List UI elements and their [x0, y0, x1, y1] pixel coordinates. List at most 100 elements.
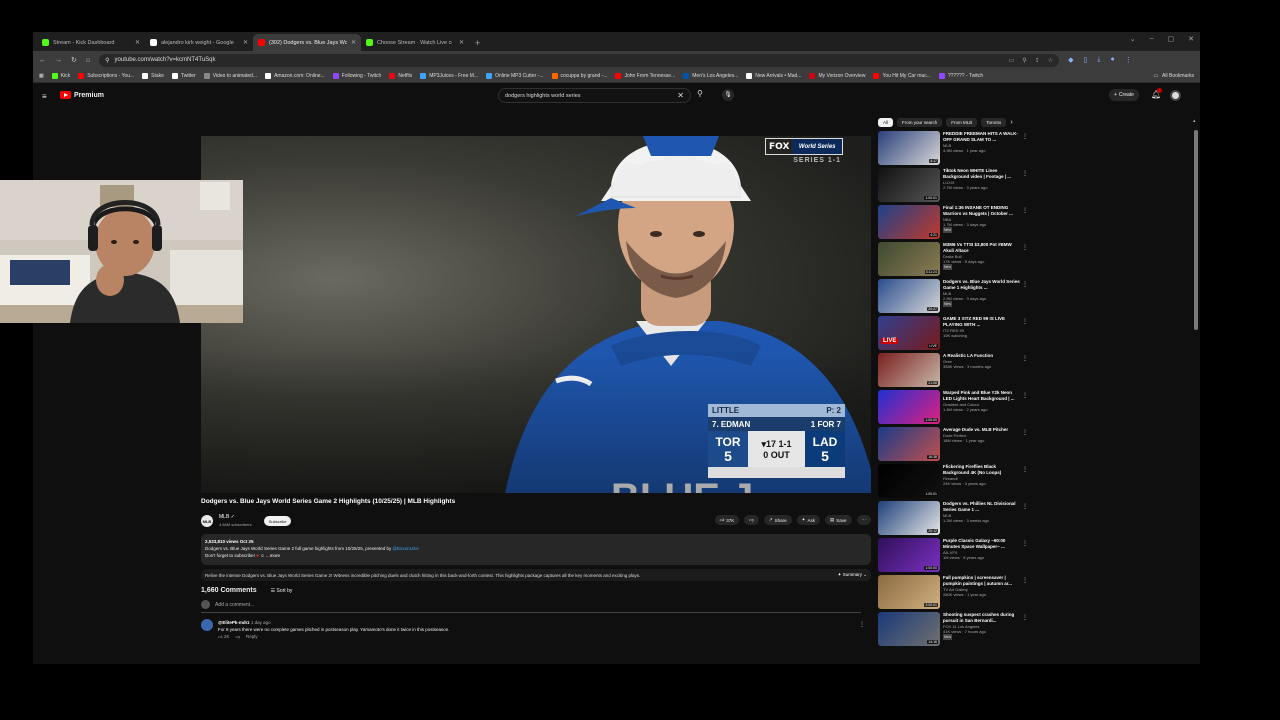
summary-button[interactable]: ✦ Summary ⌄	[838, 572, 867, 578]
home-icon[interactable]: ⌂	[86, 57, 90, 64]
video-title[interactable]: Purple Classic Galaxy ~60:00 Minutes Spa…	[943, 538, 1021, 550]
like-button[interactable]: 👍︎ 37K	[714, 515, 740, 525]
microphone-icon[interactable]: 🎙	[722, 89, 734, 101]
account-avatar[interactable]	[1170, 90, 1181, 101]
recommended-video[interactable]: 3:00:01 Fall pumpkins | screensaver | pum…	[878, 575, 1028, 612]
bookmark-10[interactable]: cocuppa by grand -...	[551, 72, 607, 79]
dislike-button[interactable]: 👎︎	[744, 515, 759, 525]
video-thumbnail[interactable]: 4:21	[878, 205, 940, 239]
video-title[interactable]: Flickering Fireflies Black Background 4K…	[943, 464, 1021, 476]
tab-1[interactable]: alejandro kirk weight - Google ✕	[145, 34, 253, 51]
video-menu-icon[interactable]: ⋮	[1022, 540, 1028, 547]
video-thumbnail[interactable]: 1:00:01	[878, 464, 940, 498]
video-menu-icon[interactable]: ⋮	[1022, 614, 1028, 621]
filter-chip[interactable]: From your search	[897, 118, 943, 127]
bookmark-16[interactable]: ?????? - Twitch	[938, 72, 983, 79]
video-thumbnail[interactable]: 21:06	[878, 353, 940, 387]
tab-search-icon[interactable]: ⌄	[1130, 35, 1136, 43]
video-thumbnail[interactable]: 1:00:01	[878, 168, 940, 202]
video-thumbnail[interactable]: 16:38	[878, 427, 940, 461]
video-thumbnail[interactable]: 14:16	[878, 612, 940, 646]
bookmark-13[interactable]: New Arrivals • Mad...	[746, 72, 801, 79]
bookmark-5[interactable]: Amazon.com: Online...	[265, 72, 325, 79]
subscribe-button[interactable]: Subscribe	[263, 516, 292, 526]
video-thumbnail[interactable]: 1:00:00	[878, 538, 940, 572]
cast-icon[interactable]: ▭	[1009, 57, 1015, 64]
downloads-icon[interactable]: ⤓	[1097, 56, 1100, 64]
add-comment-field[interactable]: Add a comment...	[201, 600, 861, 613]
hamburger-menu-icon[interactable]: ≡	[42, 92, 47, 101]
recommended-video[interactable]: 20:27 Dodgers vs. Blue Jays World Series …	[878, 279, 1028, 316]
channel-name[interactable]: MLB	[219, 514, 229, 520]
reload-icon[interactable]: ↻	[71, 56, 77, 64]
video-title[interactable]: Dodgers vs. Phillies NL Divisional Serie…	[943, 501, 1021, 513]
thumbs-down-icon[interactable]: 👎︎	[235, 633, 240, 640]
comment-menu-icon[interactable]: ⋮	[859, 621, 865, 628]
zoom-icon[interactable]: ⚲	[1022, 57, 1026, 64]
url-field[interactable]: ⚲ youtube.com/watch?v=kcmNT4TuSqk ▭ ⚲ ⇪ …	[99, 53, 1060, 67]
bookmark-star-icon[interactable]: ☆	[1048, 57, 1053, 64]
search-icon[interactable]: ⚲	[697, 89, 703, 98]
bookmark-7[interactable]: Netflix	[389, 72, 412, 79]
recommended-video[interactable]: 4:21 Final 1:36 INSANE OT ENDING Warriors…	[878, 205, 1028, 242]
filter-chip[interactable]: All	[878, 118, 894, 127]
video-title[interactable]: Warped Pink and Blue Y2k Neon LED Lights…	[943, 390, 1021, 402]
description-box[interactable]: 2,533,810 views Oct 25 Dodgers vs. Blue …	[201, 534, 871, 565]
scroll-up-icon[interactable]: ▴	[1193, 118, 1196, 124]
recommended-video[interactable]: 3:11:24 M3M6 Vs TTSI $3,800 Pot #BMW Akul…	[878, 242, 1028, 279]
video-thumbnail[interactable]: 3:11:24	[878, 242, 940, 276]
tab-2[interactable]: (302) Dodgers vs. Blue Jays Wo ✕	[253, 34, 361, 51]
recommended-video[interactable]: 16:38 Average Dude vs. MLB Pitcher Dude Pe…	[878, 427, 1028, 464]
profile-icon[interactable]: ●	[1110, 56, 1114, 64]
tab-0[interactable]: Stream - Kick Dashboard ✕	[37, 34, 145, 51]
recommended-video[interactable]: 14:16 Shooting suspect crashes during pur…	[878, 612, 1028, 649]
video-title[interactable]: FREDDIE FREEMAN HITS A WALK-OFF GRAND SL…	[943, 131, 1021, 143]
recommended-video[interactable]: 4:17 FREDDIE FREEMAN HITS A WALK-OFF GRAN…	[878, 131, 1028, 168]
share-icon[interactable]: ⇪	[1035, 57, 1040, 64]
commenter-avatar[interactable]	[201, 619, 213, 631]
save-button[interactable]: ▤ Save	[824, 515, 852, 525]
filter-chip[interactable]: Toronto	[981, 118, 1007, 127]
minimize-button[interactable]: –	[1150, 35, 1154, 43]
reply-button[interactable]: Reply	[246, 633, 258, 640]
close-tab-icon[interactable]: ✕	[351, 39, 356, 46]
video-thumbnail[interactable]: 4:17	[878, 131, 940, 165]
site-info-icon[interactable]: ⚲	[105, 57, 109, 64]
recommended-video[interactable]: LIVE LIVE GAME 3 !!ITZ RED 99 IS LIVE PLAY…	[878, 316, 1028, 353]
ask-button[interactable]: ✦ Ask	[796, 515, 820, 525]
forward-icon[interactable]: →	[55, 57, 62, 64]
video-title[interactable]: Fall pumpkins | screensaver | pumpkin pa…	[943, 575, 1021, 587]
close-window-button[interactable]: ✕	[1188, 35, 1194, 43]
maximize-button[interactable]: ▢	[1168, 35, 1175, 43]
clear-search-icon[interactable]: ✕	[677, 91, 684, 100]
new-tab-button[interactable]: +	[469, 34, 486, 51]
video-menu-icon[interactable]: ⋮	[1022, 133, 1028, 140]
bookmark-4[interactable]: Video to animated...	[203, 72, 257, 79]
sidepanel-icon[interactable]: ▯	[1084, 56, 1088, 64]
bookmark-2[interactable]: Stake	[142, 72, 164, 79]
scroll-thumb[interactable]	[1194, 130, 1198, 330]
search-input[interactable]: dodgers highlights world series ✕	[498, 88, 691, 103]
video-menu-icon[interactable]: ⋮	[1022, 355, 1028, 362]
youtube-logo[interactable]: Premium	[60, 91, 104, 99]
recommended-video[interactable]: 1:00:00 Warped Pink and Blue Y2k Neon LED…	[878, 390, 1028, 427]
page-scrollbar[interactable]: ▴ ▾	[1193, 118, 1198, 664]
back-icon[interactable]: ←	[39, 57, 46, 64]
video-menu-icon[interactable]: ⋮	[1022, 577, 1028, 584]
video-menu-icon[interactable]: ⋮	[1022, 244, 1028, 251]
description-link[interactable]: @ExxonUSA	[393, 546, 419, 551]
extension-icon[interactable]: ◆	[1068, 56, 1073, 64]
recommended-video[interactable]: 1:00:00 Purple Classic Galaxy ~60:00 Minu…	[878, 538, 1028, 575]
video-menu-icon[interactable]: ⋮	[1022, 170, 1028, 177]
bookmark-9[interactable]: Online MP3 Cutter -...	[486, 72, 544, 79]
menu-icon[interactable]: ⋮	[1125, 56, 1132, 64]
share-button[interactable]: ↗ Share	[763, 515, 792, 525]
close-tab-icon[interactable]: ✕	[135, 39, 140, 46]
bookmark-0[interactable]: Kick	[51, 72, 70, 79]
show-more-link[interactable]: ...more	[266, 553, 280, 558]
video-menu-icon[interactable]: ⋮	[1022, 318, 1028, 325]
filter-chip[interactable]: From MLB	[946, 118, 978, 127]
video-title[interactable]: Dodgers vs. Blue Jays World Series Game …	[943, 279, 1021, 291]
video-thumbnail[interactable]: 3:00:01	[878, 575, 940, 609]
all-bookmarks[interactable]: ▭ All Bookmarks	[1153, 73, 1194, 79]
